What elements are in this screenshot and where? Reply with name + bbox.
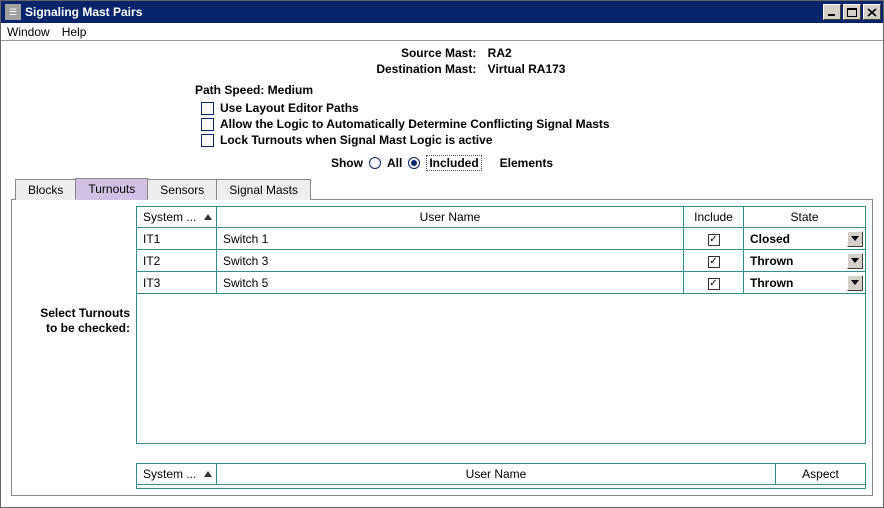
tab-signal-masts[interactable]: Signal Masts	[216, 179, 311, 200]
col-user-label: User Name	[420, 210, 481, 224]
state-value: Closed	[750, 232, 790, 246]
checkbox-icon	[201, 134, 214, 147]
option-use-layout-paths[interactable]: Use Layout Editor Paths	[201, 101, 873, 115]
minimize-button[interactable]	[823, 4, 841, 20]
sort-asc-icon	[204, 471, 212, 477]
sort-asc-icon	[204, 214, 212, 220]
chevron-down-icon	[847, 275, 863, 291]
tab-blocks[interactable]: Blocks	[15, 179, 76, 200]
menu-bar: Window Help	[1, 23, 883, 41]
table-row: IT2 Switch 3 ✓ Thrown	[137, 250, 866, 272]
cell-include[interactable]: ✓	[684, 250, 744, 272]
radio-included[interactable]	[408, 157, 420, 169]
cell-system[interactable]: IT1	[137, 228, 217, 250]
cell-state[interactable]: Thrown	[744, 272, 866, 294]
source-mast-label: Source Mast:	[196, 45, 476, 61]
source-mast-value: RA2	[488, 45, 688, 61]
tables-column: System ... User Name Include State	[136, 206, 866, 489]
table-header-row: System ... User Name Include State	[137, 207, 866, 228]
cell-state[interactable]: Thrown	[744, 250, 866, 272]
col-user-label: User Name	[466, 467, 527, 481]
cell-include[interactable]: ✓	[684, 272, 744, 294]
turnouts-table: System ... User Name Include State	[136, 206, 866, 294]
menu-help[interactable]: Help	[62, 25, 87, 39]
col-aspect[interactable]: Aspect	[776, 464, 866, 485]
col-state-label: State	[790, 210, 818, 224]
option-lock-turnouts[interactable]: Lock Turnouts when Signal Mast Logic is …	[201, 133, 873, 147]
aspect-table: System ... User Name Aspect	[136, 463, 866, 485]
side-line1: Select Turnouts	[40, 306, 130, 320]
app-icon: ☰	[5, 4, 21, 20]
col-system[interactable]: System ...	[137, 464, 217, 485]
cell-user[interactable]: Switch 1	[217, 228, 684, 250]
tab-bar: Blocks Turnouts Sensors Signal Masts	[11, 177, 873, 200]
table-header-row: System ... User Name Aspect	[137, 464, 866, 485]
radio-included-label: Included	[426, 155, 481, 171]
show-label: Show	[331, 156, 363, 170]
dest-mast-value: Virtual RA173	[488, 61, 688, 77]
menu-window[interactable]: Window	[7, 25, 50, 39]
table-row: IT1 Switch 1 ✓ Closed	[137, 228, 866, 250]
checkbox-icon	[201, 102, 214, 115]
state-value: Thrown	[750, 254, 793, 268]
window-title: Signaling Mast Pairs	[25, 5, 823, 19]
radio-all[interactable]	[369, 157, 381, 169]
cell-user[interactable]: Switch 5	[217, 272, 684, 294]
side-line2: to be checked:	[46, 321, 130, 335]
radio-all-label: All	[387, 156, 402, 170]
col-system-label: System ...	[143, 210, 196, 224]
col-system[interactable]: System ...	[137, 207, 217, 228]
cell-system[interactable]: IT2	[137, 250, 217, 272]
option-auto-conflict[interactable]: Allow the Logic to Automatically Determi…	[201, 117, 873, 131]
check-icon: ✓	[708, 234, 720, 246]
col-state[interactable]: State	[744, 207, 866, 228]
turnouts-table-empty-area[interactable]	[136, 294, 866, 444]
cell-user[interactable]: Switch 3	[217, 250, 684, 272]
col-include-label: Include	[694, 210, 733, 224]
tab-sensors[interactable]: Sensors	[147, 179, 217, 200]
cell-system[interactable]: IT3	[137, 272, 217, 294]
aspect-table-empty-area[interactable]	[136, 485, 866, 489]
cell-state[interactable]: Closed	[744, 228, 866, 250]
mast-header: Source Mast: RA2 Destination Mast: Virtu…	[11, 45, 873, 77]
checkbox-icon	[201, 118, 214, 131]
col-system-label: System ...	[143, 467, 196, 481]
col-include[interactable]: Include	[684, 207, 744, 228]
chevron-down-icon	[847, 253, 863, 269]
maximize-button[interactable]	[843, 4, 861, 20]
dest-mast-label: Destination Mast:	[196, 61, 476, 77]
table-gap	[136, 444, 866, 463]
option-label: Lock Turnouts when Signal Mast Logic is …	[220, 133, 493, 147]
check-icon: ✓	[708, 256, 720, 268]
col-user[interactable]: User Name	[217, 207, 684, 228]
option-label: Allow the Logic to Automatically Determi…	[220, 117, 610, 131]
cell-include[interactable]: ✓	[684, 228, 744, 250]
col-user[interactable]: User Name	[217, 464, 776, 485]
side-instruction: Select Turnouts to be checked:	[18, 206, 136, 489]
col-aspect-label: Aspect	[802, 467, 839, 481]
window-controls	[823, 4, 881, 20]
show-filter-row: Show All Included Elements	[11, 155, 873, 171]
path-speed-label: Path Speed: Medium	[195, 83, 873, 97]
close-button[interactable]	[863, 4, 881, 20]
elements-label: Elements	[500, 156, 553, 170]
tab-panel: Select Turnouts to be checked: System ..…	[11, 200, 873, 496]
tab-turnouts[interactable]: Turnouts	[75, 178, 148, 200]
title-bar: ☰ Signaling Mast Pairs	[1, 1, 883, 23]
check-icon: ✓	[708, 278, 720, 290]
state-value: Thrown	[750, 276, 793, 290]
option-label: Use Layout Editor Paths	[220, 101, 359, 115]
chevron-down-icon	[847, 231, 863, 247]
table-row: IT3 Switch 5 ✓ Thrown	[137, 272, 866, 294]
content-area: Source Mast: RA2 Destination Mast: Virtu…	[1, 41, 883, 496]
